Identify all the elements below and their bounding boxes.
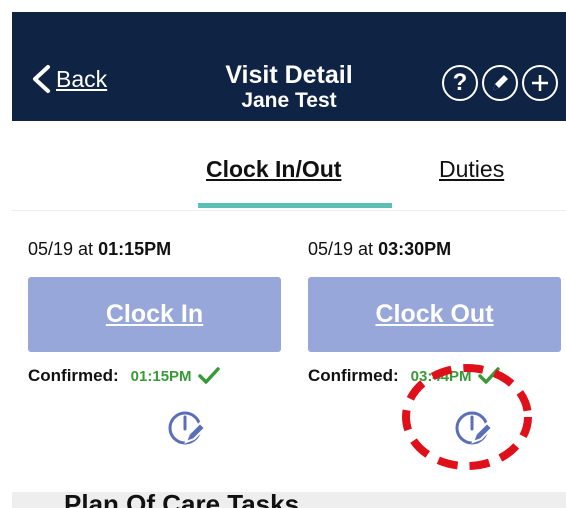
clock-in-confirmation: Confirmed: 01:15PM — [28, 366, 220, 386]
add-button[interactable] — [522, 65, 558, 101]
check-icon — [477, 367, 500, 384]
tab-bar: Clock In/Out Duties — [12, 121, 566, 211]
edit-time-icon[interactable] — [166, 408, 208, 450]
help-icon: ? — [452, 69, 468, 96]
back-label: Back — [56, 65, 108, 92]
back-button[interactable]: Back — [30, 64, 107, 94]
tab-clock-in-out[interactable]: Clock In/Out — [206, 156, 341, 183]
plus-icon — [532, 75, 548, 91]
check-icon — [197, 367, 220, 384]
clock-out-scheduled-time: 05/19 at 03:30PM — [308, 239, 451, 260]
confirmed-label: Confirmed: — [308, 366, 399, 385]
active-tab-indicator — [198, 203, 392, 208]
nav-actions: ? — [442, 65, 558, 101]
confirmed-time: 03:44PM — [410, 367, 472, 385]
clock-out-confirmation: Confirmed: 03:44PM — [308, 366, 500, 386]
pencil-icon — [493, 75, 508, 90]
confirmed-time: 01:15PM — [130, 367, 192, 385]
clock-out-button[interactable]: Clock Out — [308, 277, 561, 352]
edit-visit-button[interactable] — [482, 65, 518, 101]
edit-time-icon[interactable] — [453, 408, 495, 450]
section-header-label: Plan Of Care Tasks — [64, 492, 300, 508]
clock-in-time: 01:15PM — [98, 239, 172, 259]
clock-in-button[interactable]: Clock In — [28, 277, 281, 352]
clock-out-time: 03:30PM — [378, 239, 452, 259]
help-button[interactable]: ? — [442, 65, 478, 101]
navigation-bar: Back Visit Detail Jane Test ? — [12, 12, 566, 121]
clock-in-date: 05/19 at — [28, 239, 99, 259]
confirmed-label: Confirmed: — [28, 366, 119, 385]
chevron-left-icon — [33, 65, 50, 93]
clock-in-scheduled-time: 05/19 at 01:15PM — [28, 239, 171, 260]
tab-duties[interactable]: Duties — [439, 156, 504, 183]
clock-out-date: 05/19 at — [308, 239, 379, 259]
next-section-header: Plan Of Care Tasks — [12, 492, 566, 508]
